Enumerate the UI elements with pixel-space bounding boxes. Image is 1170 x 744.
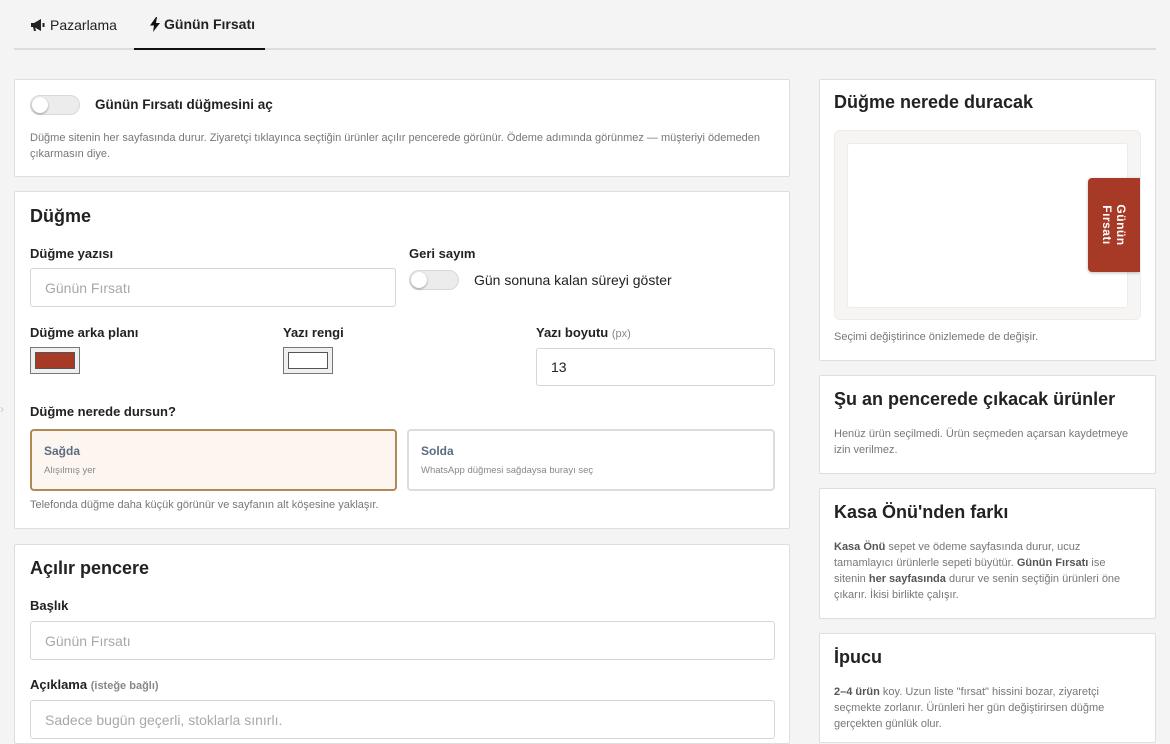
bg-color-label: Düğme arka planı [30, 325, 139, 340]
popup-desc-input[interactable] [30, 700, 775, 739]
popup-card-title: Açılır pencere [30, 558, 150, 578]
option-subtitle: Alışılmış yer [44, 465, 96, 476]
font-size-label: Yazı boyutu (px) [536, 325, 631, 340]
tab-bar: Pazarlama Günün Fırsatı [14, 0, 1156, 50]
her-sayfasinda-bold: her sayfasında [868, 573, 946, 585]
difference-card-title: Kasa Önü'nden farkı [834, 502, 1009, 522]
chevron-right-icon: › [0, 402, 4, 416]
button-text-label: Düğme yazısı [30, 246, 114, 261]
tab-label: Pazarlama [50, 17, 117, 33]
tab-label: Günün Fırsatı [164, 16, 255, 32]
enable-description: Düğme sitenin her sayfasında durur. Ziya… [30, 132, 761, 160]
option-subtitle: WhatsApp düğmesi sağdaysa burayı seç [421, 465, 594, 476]
popup-heading-label: Başlık [30, 598, 69, 613]
enable-toggle-label: Günün Fırsatı düğmesini aç [95, 97, 273, 112]
tab-gunun-firsati[interactable]: Günün Fırsatı [134, 0, 265, 50]
popup-desc-optional: (isteğe bağlı) [90, 680, 159, 692]
position-option-right[interactable]: Sağda Alışılmış yer [30, 429, 397, 491]
tip-bold: 2–4 ürün [834, 686, 880, 698]
tab-pazarlama[interactable]: Pazarlama [30, 0, 117, 50]
option-title: Solda [421, 444, 454, 458]
tip-card-title: İpucu [834, 647, 882, 667]
products-card: Şu an pencerede çıkacak ürünler Henüz ür… [819, 375, 1156, 474]
megaphone-icon [31, 19, 45, 31]
bg-color-picker[interactable] [30, 347, 80, 374]
tip-card-text: 2–4 ürün koy. Uzun liste "fırsat" hissin… [834, 684, 1134, 732]
font-size-input[interactable] [536, 348, 775, 386]
preview-page [847, 143, 1128, 308]
preview-frame: Günün Fırsatı [834, 130, 1141, 320]
button-card: Düğme Düğme yazısı Geri sayım Gün sonuna… [14, 191, 790, 529]
kasa-onu-bold: Kasa Önü [834, 541, 886, 553]
position-option-left[interactable]: Solda WhatsApp düğmesi sağdaysa burayı s… [407, 429, 775, 491]
font-size-unit: (px) [611, 328, 631, 340]
popup-desc-label-text: Açıklama [30, 677, 88, 692]
text-color-label: Yazı rengi [283, 325, 344, 340]
popup-card: Açılır pencere Başlık Açıklama (isteğe b… [14, 544, 790, 744]
products-card-title: Şu an pencerede çıkacak ürünler [834, 389, 1116, 409]
countdown-label: Geri sayım [409, 246, 476, 261]
lightning-icon [150, 16, 160, 32]
bg-color-fill [35, 352, 75, 369]
preview-deal-button: Günün Fırsatı [1088, 178, 1140, 272]
button-text-input[interactable] [30, 268, 396, 307]
text-color-fill [288, 352, 328, 369]
button-card-title: Düğme [30, 206, 92, 226]
products-card-text: Henüz ürün seçilmedi. Ürün seçmeden açar… [834, 428, 1129, 456]
font-size-label-text: Yazı boyutu [536, 325, 609, 340]
position-label: Düğme nerede dursun? [30, 404, 176, 419]
gunun-firsati-bold: Günün Fırsatı [1016, 557, 1089, 569]
enable-toggle[interactable] [30, 95, 80, 115]
preview-help: Seçimi değiştirince önizlemede de değişi… [834, 331, 1039, 343]
option-title: Sağda [44, 444, 81, 458]
countdown-toggle-label: Gün sonuna kalan süreyi göster [474, 272, 672, 288]
text-color-picker[interactable] [283, 347, 333, 374]
difference-card-text: Kasa Önü sepet ve ödeme sayfasında durur… [834, 539, 1134, 603]
preview-card-title: Düğme nerede duracak [834, 92, 1034, 112]
preview-deal-button-text: Günün Fırsatı [1100, 204, 1128, 246]
popup-desc-label: Açıklama (isteğe bağlı) [30, 677, 159, 692]
preview-card: Düğme nerede duracak Günün Fırsatı Seçim… [819, 79, 1156, 361]
position-help: Telefonda düğme daha küçük görünür ve sa… [30, 499, 379, 511]
difference-card: Kasa Önü'nden farkı Kasa Önü sepet ve öd… [819, 488, 1156, 619]
countdown-toggle[interactable] [409, 270, 459, 290]
enable-card: Günün Fırsatı düğmesini aç Düğme sitenin… [14, 79, 790, 177]
popup-heading-input[interactable] [30, 621, 775, 660]
tip-card: İpucu 2–4 ürün koy. Uzun liste "fırsat" … [819, 633, 1156, 743]
